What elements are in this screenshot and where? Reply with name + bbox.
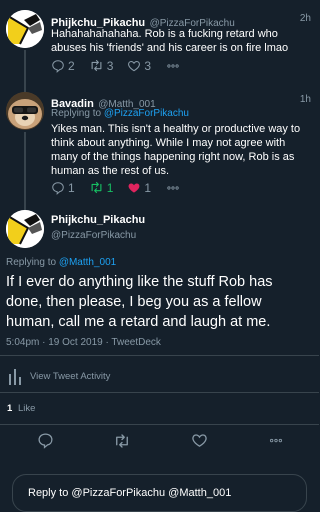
replying-to-label: Replying to — [51, 108, 104, 119]
tweet-1[interactable]: Phijkchu_Pikachu @PizzaForPikachu 2h Hah… — [0, 0, 319, 86]
replying-to-link[interactable]: @Matth_001 — [59, 257, 116, 268]
divider — [0, 392, 319, 393]
replying-to: Replying to @Matth_001 — [6, 257, 116, 268]
replying-to-label: Replying to — [6, 257, 59, 268]
thread-line — [24, 200, 26, 210]
reply-button[interactable]: 1 — [51, 181, 75, 195]
likes-summary[interactable]: 1 Like — [7, 403, 35, 414]
retweet-icon — [89, 58, 104, 73]
author-handle[interactable]: @PizzaForPikachu — [51, 230, 136, 241]
reply-count: 1 — [68, 180, 75, 195]
like-button[interactable]: 3 — [127, 59, 151, 73]
tweet-text: If I ever do anything like the stuff Rob… — [6, 274, 273, 330]
like-icon — [127, 181, 141, 195]
like-icon — [191, 432, 208, 449]
more-button[interactable] — [267, 433, 285, 453]
activity-label: View Tweet Activity — [30, 370, 111, 382]
like-count: 1 — [144, 180, 152, 195]
divider — [0, 355, 319, 356]
more-button[interactable] — [165, 181, 184, 195]
chart-icon — [9, 369, 21, 385]
reply-box[interactable]: Reply to @PizzaForPikachu @Matth_001 — [12, 474, 307, 512]
tweet-meta[interactable]: 5:04pm · 19 Oct 2019 · TweetDeck — [6, 337, 161, 348]
tweet-text: Yikes man. This isn't a healthy or produ… — [51, 123, 301, 177]
tweet-activity-link[interactable]: View Tweet Activity — [8, 367, 110, 385]
reply-icon — [37, 432, 54, 449]
retweet-icon — [89, 180, 104, 195]
avatar-pikachu[interactable] — [6, 210, 44, 248]
reply-button[interactable] — [37, 432, 54, 454]
tweet-actions: 1 1 1 — [51, 180, 198, 195]
main-tweet: Phijkchu_Pikachu @PizzaForPikachu Replyi… — [0, 200, 319, 430]
tweet-time[interactable]: 2h — [300, 13, 311, 24]
more-icon — [165, 181, 181, 195]
like-button[interactable]: 1 — [127, 181, 151, 195]
reply-icon — [51, 59, 65, 73]
more-icon — [165, 59, 181, 73]
avatar-pikachu[interactable] — [6, 10, 44, 48]
tweet-2[interactable]: Bavadin @Matth_001 1h Replying to @Pizza… — [0, 86, 319, 200]
tweet-text: Hahahahahahaha. Rob is a fucking retard … — [51, 28, 289, 54]
like-button[interactable] — [191, 432, 208, 454]
retweet-button[interactable] — [113, 432, 131, 455]
reply-icon — [51, 181, 65, 195]
retweet-count: 3 — [106, 58, 114, 73]
more-button[interactable] — [165, 59, 184, 73]
author-name[interactable]: Phijkchu_Pikachu — [51, 214, 145, 226]
retweet-button[interactable]: 1 — [89, 180, 114, 195]
reply-input[interactable]: Reply to @PizzaForPikachu @Matth_001 — [28, 487, 231, 499]
reply-count: 2 — [68, 58, 75, 73]
avatar-doge[interactable] — [6, 92, 44, 130]
retweet-count: 1 — [106, 180, 114, 195]
replying-to-link[interactable]: @PizzaForPikachu — [104, 108, 189, 119]
main-action-bar — [0, 424, 319, 458]
tweet-time[interactable]: 1h — [300, 94, 311, 105]
replying-to: Replying to @PizzaForPikachu — [51, 108, 189, 119]
retweet-icon — [113, 432, 131, 450]
thread-line — [24, 50, 26, 86]
likes-count: 1 — [7, 403, 13, 414]
likes-label: Like — [17, 403, 36, 414]
tweet-actions: 2 3 3 — [51, 58, 198, 73]
like-count: 3 — [144, 58, 152, 73]
retweet-button[interactable]: 3 — [89, 58, 114, 73]
more-icon — [267, 433, 285, 448]
like-icon — [127, 59, 141, 73]
reply-button[interactable]: 2 — [51, 59, 75, 73]
thread-line — [24, 132, 26, 200]
